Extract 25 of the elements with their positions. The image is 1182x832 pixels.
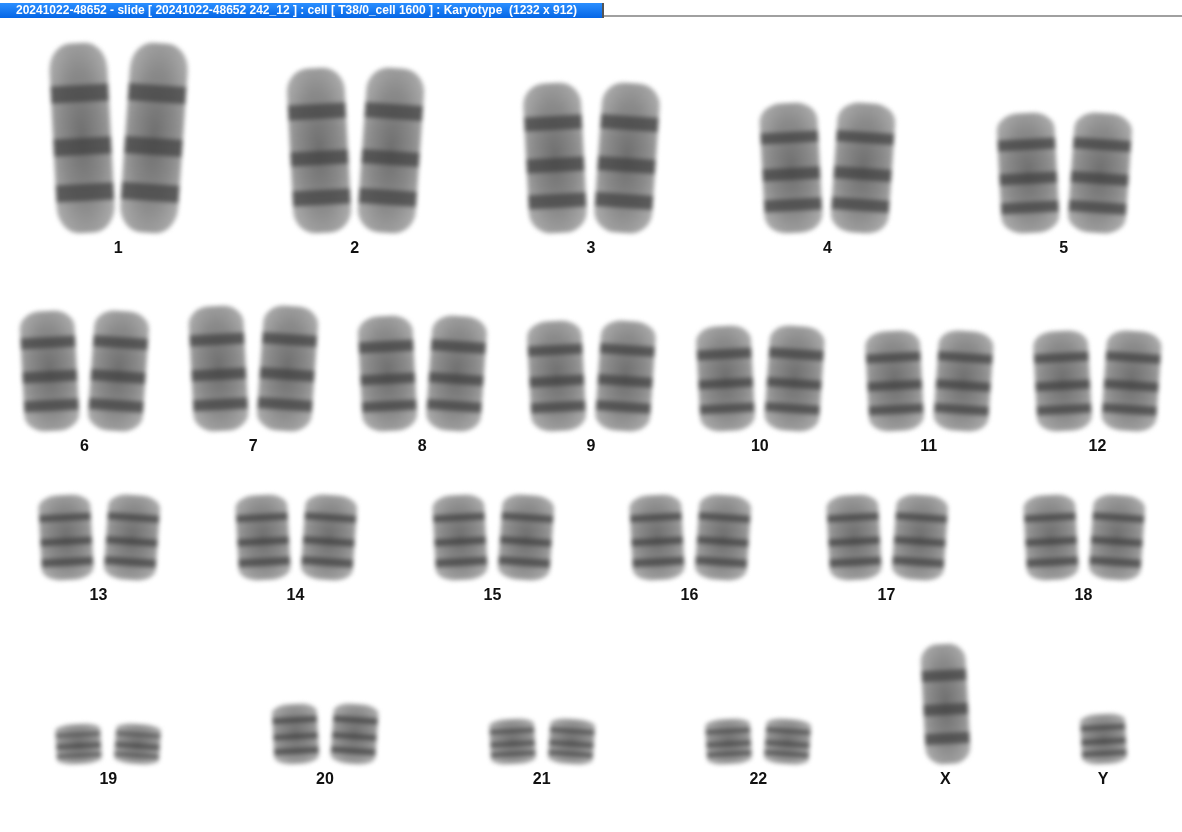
chromosome-number: 5 — [1059, 239, 1069, 257]
chromosome-number: 6 — [79, 437, 89, 455]
chromosome-number: 1 — [113, 239, 123, 257]
chromosome-number: 22 — [749, 770, 768, 788]
chromosome-number: 17 — [877, 586, 896, 604]
chromosome-number: 10 — [750, 437, 769, 455]
chromosome-number: 16 — [680, 586, 699, 604]
chromosome-number: 3 — [586, 239, 596, 257]
chromosome-number: 14 — [286, 586, 305, 604]
chromosome-number: 18 — [1074, 586, 1093, 604]
chromosome-number: 11 — [920, 437, 938, 455]
chromosome-number: 21 — [532, 770, 551, 788]
chromosome-number: 9 — [586, 437, 596, 455]
chromosome-number: Y — [1097, 770, 1109, 788]
chromosome-number: X — [940, 770, 951, 788]
window-title: 20241022-48652 - slide [ 20241022-48652 242_12 ] : cell [ T38/0_cell 1600 ] : Karyotype (1232 x 912) — [0, 3, 604, 18]
chromosome-number: 2 — [350, 239, 360, 257]
chromosome-number: 15 — [483, 586, 502, 604]
chromosome-number: 20 — [316, 770, 334, 788]
chromosome-number: 7 — [248, 437, 258, 455]
chromosome-number: 8 — [417, 437, 427, 455]
chromosome-number: 19 — [99, 770, 118, 788]
chromosome-number: 12 — [1088, 437, 1107, 455]
chromosome-number: 4 — [822, 239, 832, 257]
chromosome-number: 13 — [89, 586, 108, 604]
